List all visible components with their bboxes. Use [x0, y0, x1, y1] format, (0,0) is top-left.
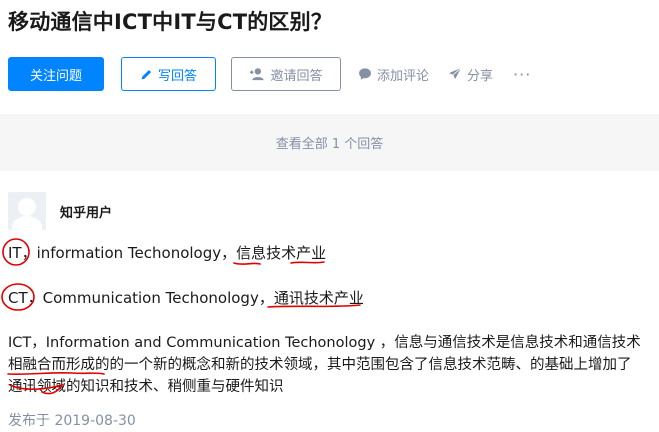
add-comment-label: 添加评论 — [377, 68, 430, 84]
more-dots-icon[interactable]: ··· — [513, 65, 531, 84]
answer-paragraph: ICT，Information and Communication Techon… — [8, 332, 658, 398]
avatar[interactable] — [8, 192, 46, 230]
write-answer-button[interactable]: 写回答 — [121, 57, 216, 91]
author-name[interactable]: 知乎用户 — [60, 202, 112, 221]
share-plane-icon — [448, 67, 462, 80]
question-title: 移动通信中ICT中IT与CT的区别？ — [8, 10, 333, 34]
answer-line-ct: CT，Communication Techonology，通讯技术产业 — [8, 289, 364, 307]
answer-paragraph-line: 相融合而形成的的一个新的概念和新的技术领域，其中范围包含了信息技术范畴、的基础上… — [8, 357, 632, 373]
invite-answer-button[interactable]: 邀请回答 — [231, 57, 341, 91]
write-answer-label: 写回答 — [157, 68, 197, 84]
comment-bubble-icon — [359, 68, 371, 80]
answer-author: 知乎用户 — [8, 192, 112, 230]
view-all-answers-bar: 查看全部 1 个回答 — [0, 114, 659, 171]
invite-user-icon — [250, 68, 265, 81]
pencil-icon — [141, 69, 152, 79]
share-button[interactable]: 分享 — [448, 65, 493, 84]
question-actions: 关注问题 写回答 邀请回答 添加评论 分享 ··· — [8, 57, 531, 91]
answer-paragraph-line: ICT，Information and Communication Techon… — [8, 335, 641, 351]
invite-answer-label: 邀请回答 — [270, 68, 323, 84]
follow-question-button[interactable]: 关注问题 — [8, 57, 104, 91]
underline-mark-xinxi — [233, 262, 261, 265]
share-label: 分享 — [467, 68, 494, 84]
answer-paragraph-line: 通讯领域的知识和技术、稍侧重与硬件知识 — [8, 379, 284, 395]
avatar-body-shape — [12, 216, 42, 230]
publish-date[interactable]: 发布于 2019-08-30 — [8, 410, 136, 430]
add-comment-button[interactable]: 添加评论 — [358, 65, 429, 84]
view-all-answers-link[interactable]: 查看全部 1 个回答 — [276, 133, 384, 152]
answer-line-it: IT，information Techonology，信息技术产业 — [8, 244, 327, 262]
avatar-head-shape — [18, 198, 36, 216]
